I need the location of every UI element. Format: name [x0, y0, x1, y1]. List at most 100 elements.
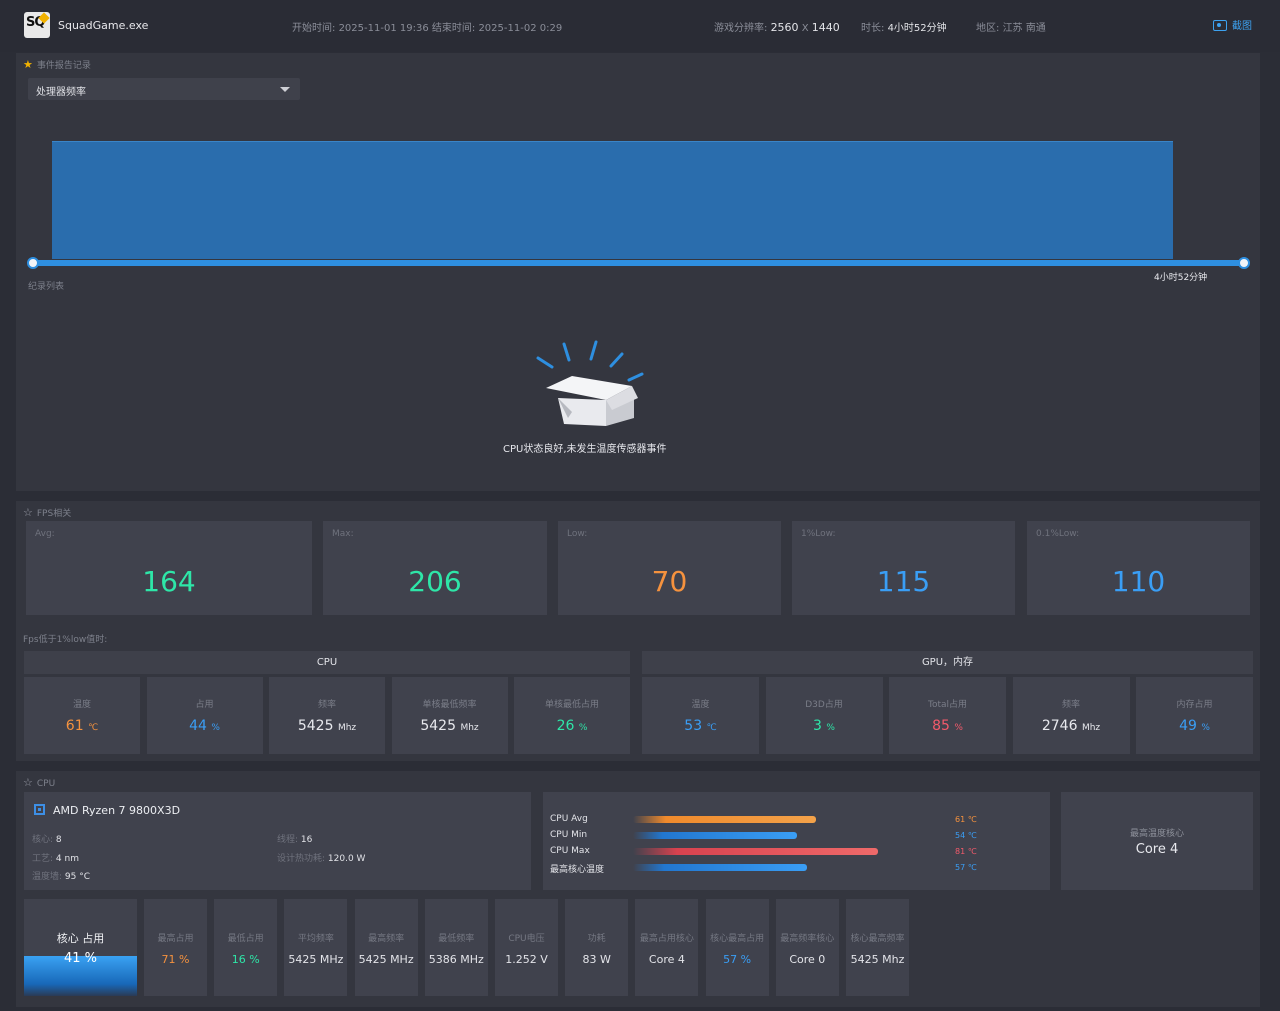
metric-unit: ℃ [88, 723, 99, 733]
metric-card: D3D占用 3 % [765, 677, 883, 754]
metric-label: 频率 [1061, 700, 1080, 710]
metric-unit: % [578, 723, 588, 733]
fps-card: Avg: 164 [26, 521, 312, 615]
hottest-core-label: 最高温度核心 [1129, 829, 1184, 839]
fps-card: 1%Low: 115 [792, 521, 1015, 615]
temp-bar-value: 57 ℃ [955, 863, 977, 872]
cpu-stat-value: 5425 MHz [288, 953, 344, 966]
metric-number: 5425 [297, 718, 334, 734]
metric-unit: Mhz [1081, 723, 1101, 733]
event-section-title: ★ 事件报告记录 [23, 58, 91, 71]
metric-label: D3D占用 [805, 700, 843, 710]
metric-number: 61 [65, 718, 84, 734]
metric-value: 26 % [514, 718, 630, 734]
top-bar: SQ SquadGame.exe 开始时间: 2025-11-01 19:36 … [0, 0, 1280, 52]
cpu-stat-value: 16 % [231, 953, 260, 966]
timeline-track[interactable] [30, 260, 1246, 266]
metric-value: 3 % [766, 718, 883, 734]
cpu-process: 工艺: 4 nm [32, 854, 79, 864]
frequency-area-chart [52, 141, 1173, 259]
cpu-temperature-bars: CPU Avg 61 ℃ CPU Min 54 ℃ CPU Max 81 ℃ 最高核心温度 5… [543, 792, 1050, 890]
fps-card-value: 164 [142, 565, 196, 598]
temp-bar-value: 54 ℃ [955, 831, 977, 840]
metric-card: Total占用 85 % [889, 677, 1006, 754]
metric-label: 温度 [72, 700, 91, 710]
cpu-stat-card: 核心最高频率 5425 Mhz [846, 899, 909, 996]
metric-card: 频率 2746 Mhz [1012, 677, 1130, 754]
region: 地区: 江苏 南通 [976, 23, 1046, 34]
cpu-stat-card: 最高频率 5425 MHz [354, 899, 418, 996]
cpu-stat-card: 最低频率 5386 MHz [424, 899, 488, 996]
temp-bar-label: 最高核心温度 [550, 865, 605, 875]
metric-unit: Mhz [460, 723, 479, 733]
metric-number: 49 [1179, 718, 1197, 734]
chevron-down-icon [280, 87, 290, 92]
session-times: 开始时间: 2025-11-01 19:36 结束时间: 2025-11-02 … [292, 23, 563, 34]
cpu-stat-label: 最低频率 [438, 934, 475, 944]
temp-bar [633, 816, 816, 823]
cpu-name: AMD Ryzen 7 9800X3D [53, 804, 181, 817]
empty-box-icon [536, 340, 644, 426]
temp-bar-label: CPU Max [550, 846, 590, 856]
metric-number: 26 [556, 718, 575, 734]
cpu-stat-label: 最高频率 [368, 934, 405, 944]
end-time: 2025-11-02 0:29 [478, 23, 563, 34]
temp-bar-label: CPU Min [550, 830, 588, 840]
gpu-group-header: GPU，内存 [642, 651, 1253, 674]
hottest-core-card: 最高温度核心 Core 4 [1061, 792, 1253, 890]
start-time: 2025-11-01 19:36 [338, 23, 429, 34]
temp-bar-value: 81 ℃ [955, 847, 977, 856]
below-1pct-label: Fps低于1%low值时: [23, 635, 108, 645]
cpu-stat-label: 最高占用 [157, 934, 194, 944]
metric-label: 占用 [195, 700, 214, 710]
cpu-stat-label: 平均频率 [297, 934, 334, 944]
fps-card-value: 206 [408, 565, 462, 598]
fps-section-title: ☆ FPS相关 [23, 506, 72, 519]
metric-card: 温度 61 ℃ [24, 677, 140, 754]
cpu-stat-card: 最高占用 71 % [144, 899, 207, 996]
metric-value: 49 % [1136, 718, 1253, 734]
cpu-tdp: 设计热功耗: 120.0 W [277, 854, 366, 864]
metric-number: 5425 [420, 718, 456, 734]
timeline-end-handle[interactable] [1238, 257, 1250, 269]
camera-icon [1213, 20, 1227, 31]
cpu-stat-label: 核心最高频率 [850, 934, 905, 944]
cpu-stat-label: 最高占用核心 [639, 934, 694, 944]
cpu-stat-label: 最低占用 [227, 934, 264, 944]
temp-bar-label: CPU Avg [550, 814, 588, 824]
cpu-stat-value: 5425 Mhz [850, 953, 905, 966]
core-usage-card: 核心 占用 41 % [24, 899, 137, 996]
cpu-chip-icon [34, 804, 45, 815]
metric-value: 5425 Mhz [392, 718, 508, 734]
metric-value: 2746 Mhz [1013, 718, 1130, 734]
metric-card: 内存占用 49 % [1136, 677, 1253, 754]
metric-unit: % [826, 723, 835, 733]
core-usage-value: 41 % [63, 951, 98, 966]
cpu-stat-value: 5386 MHz [428, 953, 484, 966]
fps-card-label: Low: [567, 529, 588, 539]
metric-label: 单核最低频率 [422, 700, 477, 710]
metric-card: 单核最低频率 5425 Mhz [391, 677, 508, 754]
temp-bar [633, 832, 797, 839]
empty-state-message: CPU状态良好,未发生温度传感器事件 [503, 444, 667, 455]
metric-dropdown[interactable]: 处理器频率 [28, 78, 300, 100]
metric-number: 2746 [1041, 718, 1078, 734]
metric-value: 61 ℃ [24, 718, 140, 734]
cpu-threads: 线程: 16 [277, 835, 313, 845]
star-icon: ★ [23, 58, 33, 71]
temp-bar-value: 61 ℃ [955, 815, 977, 824]
cpu-stat-label: 功耗 [587, 934, 606, 944]
app-logo: SQ [24, 12, 50, 38]
screenshot-button[interactable]: 截图 [1213, 17, 1252, 32]
metric-label: 内存占用 [1176, 700, 1213, 710]
cpu-stat-card: 功耗 83 W [565, 899, 629, 996]
fps-card-value: 110 [1111, 565, 1166, 598]
metric-value: 44 % [147, 718, 263, 734]
cpu-stat-card: 平均频率 5425 MHz [284, 899, 348, 996]
fps-card-label: Max: [332, 529, 354, 539]
record-list-label: 纪录列表 [28, 282, 65, 292]
timeline-start-handle[interactable] [27, 257, 39, 269]
cpu-stat-value: 57 % [723, 953, 752, 966]
metric-unit: % [954, 723, 963, 733]
resolution: 游戏分辨率: 2560 X 1440 [714, 21, 840, 34]
